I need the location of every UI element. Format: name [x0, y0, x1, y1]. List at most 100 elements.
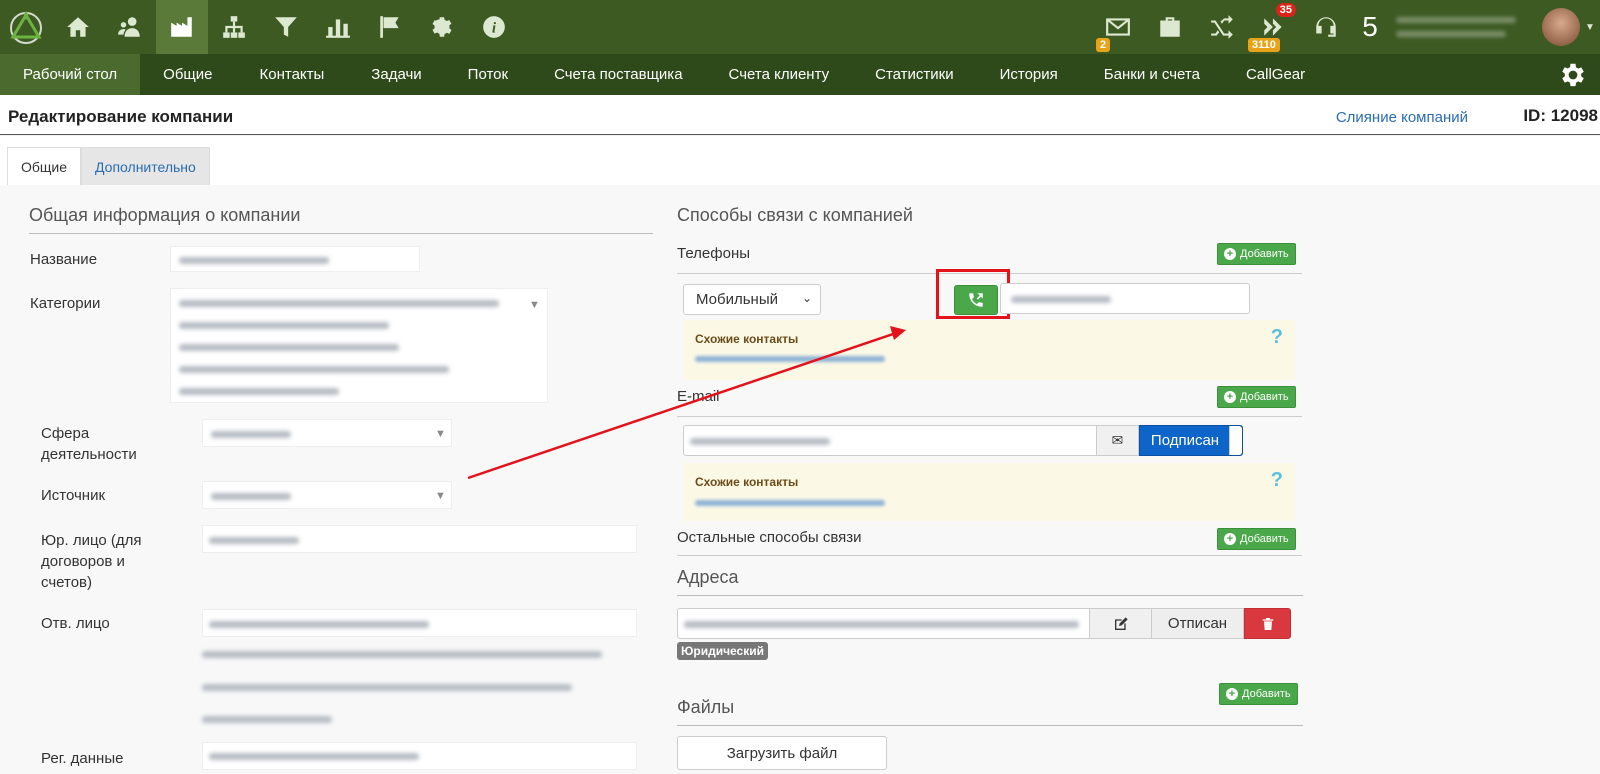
- nav-item-contacts[interactable]: Контакты: [236, 54, 349, 95]
- tabs: Общие Дополнительно: [7, 147, 210, 185]
- plus-icon: +: [1224, 391, 1236, 403]
- filter-icon[interactable]: [260, 0, 312, 54]
- right-tools: 2 35 3110 5 ▼: [1092, 0, 1600, 54]
- subscribed-label: Подписан: [1150, 432, 1220, 449]
- categories-select[interactable]: ▼: [170, 288, 548, 403]
- similar-contacts-email: Схожие контакты ?: [683, 463, 1295, 521]
- logo-icon[interactable]: [0, 0, 52, 54]
- similar-contacts-title: Схожие контакты: [695, 332, 799, 346]
- nav-item-callgear[interactable]: CallGear: [1223, 54, 1328, 95]
- chart-icon[interactable]: [312, 0, 364, 54]
- similar-contact-link[interactable]: [695, 356, 885, 362]
- nav-item-supplier-invoices[interactable]: Счета поставщика: [531, 54, 705, 95]
- page-header: Редактирование компании Слияние компаний…: [0, 95, 1600, 135]
- add-other-button[interactable]: + Добавить: [1217, 528, 1296, 550]
- main-nav: Рабочий стол Общие Контакты Задачи Поток…: [0, 54, 1600, 95]
- flow-icon[interactable]: 35 3110: [1248, 0, 1300, 54]
- general-info-title: Общая информация о компании: [29, 205, 653, 234]
- plus-icon: +: [1224, 248, 1236, 260]
- tab-additional[interactable]: Дополнительно: [81, 147, 210, 185]
- phone-type-select[interactable]: Мобильный ⌄: [683, 284, 821, 315]
- nav-item-history[interactable]: История: [977, 54, 1081, 95]
- email-input[interactable]: [683, 425, 1097, 456]
- help-icon[interactable]: ?: [1271, 469, 1283, 492]
- add-email-label: Добавить: [1240, 391, 1289, 403]
- flag-icon[interactable]: [364, 0, 416, 54]
- upload-file-button[interactable]: Загрузить файл: [677, 736, 887, 770]
- user-name[interactable]: [1396, 7, 1536, 47]
- call-button-highlight: [936, 269, 1010, 319]
- nav-item-client-invoices[interactable]: Счета клиенту: [706, 54, 853, 95]
- name-label: Название: [30, 251, 98, 268]
- counter[interactable]: 5: [1352, 11, 1388, 43]
- address-input[interactable]: [677, 608, 1090, 639]
- nav-item-banks[interactable]: Банки и счета: [1081, 54, 1223, 95]
- similar-contacts-phone: Схожие контакты ?: [683, 320, 1295, 380]
- other-methods-label: Остальные способы связи: [677, 529, 862, 546]
- responsible-note: [202, 651, 602, 658]
- address-group: Отписан: [677, 608, 1291, 639]
- help-icon[interactable]: ?: [1271, 326, 1283, 349]
- avatar[interactable]: [1542, 8, 1580, 46]
- flow-badge-bottom: 3110: [1248, 38, 1280, 52]
- contact-methods-title: Способы связи с компанией: [677, 205, 913, 225]
- categories-label: Категории: [30, 295, 101, 312]
- trash-icon[interactable]: [1244, 608, 1291, 639]
- add-phone-button[interactable]: + Добавить: [1217, 243, 1296, 265]
- source-select[interactable]: ▼: [202, 481, 452, 509]
- nav-item-flow[interactable]: Поток: [445, 54, 531, 95]
- phone-type-value: Мобильный: [696, 291, 778, 308]
- phones-label: Телефоны: [677, 245, 751, 262]
- reg-data-label: Рег. данные: [41, 750, 124, 767]
- company-icon[interactable]: [156, 0, 208, 54]
- settings-gear-icon[interactable]: [1558, 60, 1588, 90]
- tab-general[interactable]: Общие: [7, 147, 82, 185]
- chevron-down-icon: ⌄: [801, 291, 812, 305]
- responsible-input[interactable]: [202, 609, 637, 637]
- name-input[interactable]: [170, 246, 420, 272]
- responsible-label: Отв. лицо: [41, 615, 110, 632]
- nav-item-general[interactable]: Общие: [140, 54, 235, 95]
- responsible-note-3: [202, 716, 332, 723]
- legal-entity-input[interactable]: [202, 525, 637, 553]
- gear-icon[interactable]: [416, 0, 468, 54]
- chevron-down-icon[interactable]: ▼: [1580, 22, 1600, 33]
- merge-companies-link[interactable]: Слияние компаний: [1336, 109, 1468, 126]
- structure-icon[interactable]: [208, 0, 260, 54]
- similar-contact-link[interactable]: [695, 500, 885, 506]
- addresses-title: Адреса: [677, 567, 1303, 596]
- plus-icon: +: [1224, 533, 1236, 545]
- flow-badge-top: 35: [1275, 3, 1296, 17]
- email-group: ✉ Подписан: [683, 425, 1243, 456]
- phone-input[interactable]: [1000, 283, 1250, 314]
- legal-address-tag: Юридический: [677, 642, 768, 660]
- page-title: Редактирование компании: [8, 107, 234, 126]
- unsubscribed-toggle[interactable]: Отписан: [1152, 608, 1244, 639]
- email-label: E-mail: [677, 388, 720, 405]
- legal-entity-label: Юр. лицо (для договоров и счетов): [41, 532, 142, 591]
- add-email-button[interactable]: + Добавить: [1217, 386, 1296, 408]
- info-icon[interactable]: i: [468, 0, 520, 54]
- nav-item-statistics[interactable]: Статистики: [852, 54, 977, 95]
- reg-data-input[interactable]: [202, 742, 637, 770]
- sphere-label: Сфера деятельности: [41, 425, 137, 463]
- content-area: Общая информация о компании Название Кат…: [0, 185, 1600, 774]
- nav-item-desktop[interactable]: Рабочий стол: [0, 54, 141, 95]
- add-other-label: Добавить: [1240, 533, 1289, 545]
- shuffle-icon[interactable]: [1196, 0, 1248, 54]
- mail-icon[interactable]: 2: [1092, 0, 1144, 54]
- home-icon[interactable]: [52, 0, 104, 54]
- envelope-icon[interactable]: ✉: [1097, 425, 1139, 456]
- edit-icon[interactable]: [1090, 608, 1152, 639]
- briefcase-icon[interactable]: [1144, 0, 1196, 54]
- source-label: Источник: [41, 487, 106, 504]
- company-id: ID: 12098: [1523, 106, 1598, 125]
- sphere-select[interactable]: ▼: [202, 419, 452, 447]
- responsible-note-2: [202, 684, 572, 691]
- similar-contacts-title: Схожие контакты: [695, 475, 799, 489]
- nav-item-tasks[interactable]: Задачи: [348, 54, 444, 95]
- headset-icon[interactable]: [1300, 0, 1352, 54]
- subscribed-toggle[interactable]: Подписан: [1139, 425, 1243, 456]
- contacts-icon[interactable]: [104, 0, 156, 54]
- add-phone-label: Добавить: [1240, 248, 1289, 260]
